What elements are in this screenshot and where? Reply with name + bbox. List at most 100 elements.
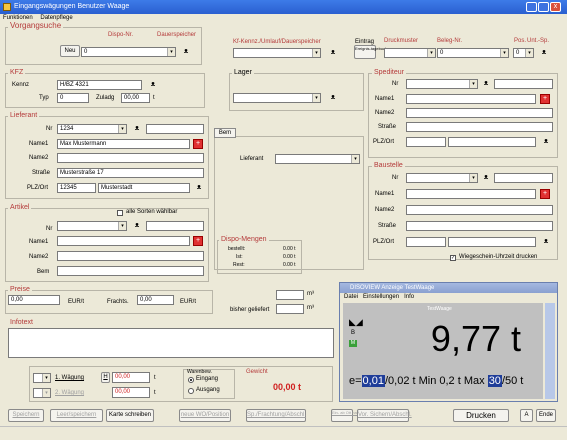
dropdown-arrow-icon[interactable]: ▾: [469, 174, 477, 182]
sped-plz-input[interactable]: [406, 137, 446, 147]
scale-menu-datei[interactable]: Datei: [344, 294, 358, 300]
a-button[interactable]: A: [520, 409, 533, 422]
karte-schreiben-button[interactable]: Karte schreiben: [106, 409, 154, 422]
tab-bem[interactable]: Bem: [214, 128, 236, 138]
w2-label[interactable]: 2. Wägung: [55, 389, 84, 398]
scale-menu-einstellungen[interactable]: Einstellungen: [363, 294, 399, 300]
dropdown-arrow-icon[interactable]: ▾: [351, 155, 359, 163]
add-icon[interactable]: +: [540, 189, 550, 199]
lief-extra-input[interactable]: [146, 124, 204, 134]
sped-extra-input[interactable]: [494, 79, 553, 89]
h-button[interactable]: H: [101, 372, 110, 383]
dropdown-arrow-icon[interactable]: ▾: [500, 49, 508, 57]
ende-button[interactable]: Ende: [536, 409, 556, 422]
druckmuster-input[interactable]: ▾: [384, 48, 436, 58]
binoculars-icon[interactable]: ᴥ: [131, 221, 143, 231]
lief-nr-input[interactable]: 1234 ▾: [57, 124, 127, 134]
w2-select[interactable]: ▾: [33, 388, 51, 398]
bau-name1-input[interactable]: [406, 189, 536, 199]
ausgang-radio[interactable]: [188, 388, 194, 394]
dropdown-arrow-icon[interactable]: ▾: [525, 49, 533, 57]
alle-sorten-checkbox[interactable]: [117, 210, 123, 216]
lief-name2-input[interactable]: [57, 153, 204, 163]
lief-plz-input[interactable]: 12345: [57, 183, 96, 193]
binoculars-icon[interactable]: ᴥ: [480, 79, 492, 89]
w1-label[interactable]: 1. Wägung: [55, 374, 84, 383]
add-icon[interactable]: +: [193, 139, 203, 149]
typ-input[interactable]: 0: [57, 93, 89, 103]
dropdown-arrow-icon[interactable]: ▾: [167, 48, 175, 56]
art-name2-input[interactable]: [57, 251, 204, 261]
sp-fracht-button[interactable]: Sp./Frachtung/Abschl.: [246, 409, 306, 422]
lief-strasse-input[interactable]: Musterstraße 17: [57, 168, 204, 178]
scale-menu-info[interactable]: Info: [404, 294, 414, 300]
binoculars-icon[interactable]: ᴥ: [327, 48, 339, 58]
infotext-textarea[interactable]: [8, 328, 334, 358]
ereignis-button[interactable]: Ereignis-tagebuch: [354, 45, 387, 59]
pos-input[interactable]: 0 ▾: [513, 48, 534, 58]
eingang-radio[interactable]: [188, 377, 194, 383]
bau-strasse-input[interactable]: [406, 221, 553, 231]
lager-input[interactable]: ▾: [233, 93, 321, 103]
kennz-input[interactable]: H/BZ 4321: [57, 80, 142, 90]
sped-name1-input[interactable]: [406, 94, 536, 104]
binoculars-icon[interactable]: ᴥ: [131, 124, 143, 134]
sped-strasse-input[interactable]: [406, 122, 553, 132]
frachts-input[interactable]: 0,00: [137, 295, 174, 305]
bau-nr-input[interactable]: ▾: [406, 173, 478, 183]
binoculars-icon[interactable]: ᴥ: [540, 137, 552, 147]
drucken-button[interactable]: Drucken: [453, 409, 509, 422]
lief-name1-input[interactable]: Max Mustermann: [57, 139, 190, 149]
dropdown-arrow-icon[interactable]: ▾: [469, 80, 477, 88]
binoculars-icon[interactable]: ᴥ: [540, 237, 552, 247]
zuladg-input[interactable]: 00,00: [121, 93, 150, 103]
dropdown-arrow-icon[interactable]: ▾: [118, 125, 126, 133]
art-nr-input[interactable]: ▾: [57, 221, 127, 231]
scale-side-toolbar[interactable]: [545, 303, 555, 399]
vor-sichern-button[interactable]: Vor. Sichern/Abschl.: [357, 409, 412, 422]
tab-lieferant-select[interactable]: ▾: [275, 154, 360, 164]
art-name1-input[interactable]: [57, 236, 190, 246]
bau-name2-input[interactable]: [406, 205, 553, 215]
sped-nr-input[interactable]: ▾: [406, 79, 478, 89]
dropdown-arrow-icon[interactable]: ▾: [42, 389, 50, 397]
art-bem-input[interactable]: [57, 266, 204, 276]
close-button[interactable]: x: [550, 2, 561, 12]
neue-wo-button[interactable]: neue WO/Position: [179, 409, 231, 422]
bau-ort-input[interactable]: [448, 237, 536, 247]
bisher-input[interactable]: [276, 304, 304, 314]
dropdown-arrow-icon[interactable]: ▾: [312, 94, 320, 102]
m3-input[interactable]: [276, 290, 304, 300]
beleg-input[interactable]: 0 ▾: [437, 48, 509, 58]
add-icon[interactable]: +: [540, 94, 550, 104]
minimize-button[interactable]: [526, 2, 537, 12]
preis-input[interactable]: 0,00: [8, 295, 60, 305]
sped-ort-input[interactable]: [448, 137, 536, 147]
bau-plz-input[interactable]: [406, 237, 446, 247]
neu-button[interactable]: Neu: [60, 45, 80, 57]
add-icon[interactable]: +: [193, 236, 203, 246]
binoculars-icon[interactable]: ᴥ: [147, 80, 159, 90]
art-extra-input[interactable]: [146, 221, 204, 231]
w1-select[interactable]: ▾: [33, 373, 51, 383]
dropdown-arrow-icon[interactable]: ▾: [118, 222, 126, 230]
wiegeschein-checkbox[interactable]: ✓: [450, 255, 456, 261]
vorgang-input[interactable]: 0 ▾: [81, 47, 176, 57]
binoculars-icon[interactable]: ᴥ: [538, 48, 550, 58]
lief-ort-input[interactable]: Musterstadt: [98, 183, 190, 193]
maximize-button[interactable]: [538, 2, 549, 12]
binoculars-icon[interactable]: ᴥ: [180, 47, 192, 57]
binoculars-icon[interactable]: ᴥ: [327, 93, 339, 103]
lief-name1-label: Name1: [29, 141, 49, 147]
dropdown-arrow-icon[interactable]: ▾: [42, 374, 50, 382]
binoculars-icon[interactable]: ᴥ: [480, 173, 492, 183]
dropdown-arrow-icon[interactable]: ▾: [312, 49, 320, 57]
speichern-button[interactable]: Speichern: [8, 409, 44, 422]
binoculars-icon[interactable]: ᴥ: [193, 183, 205, 193]
dropdown-arrow-icon[interactable]: ▾: [427, 49, 435, 57]
sped-name2-input[interactable]: [406, 108, 553, 118]
kennung-input[interactable]: ▾: [233, 48, 321, 58]
bau-extra-input[interactable]: [494, 173, 553, 183]
leer-speichern-button[interactable]: Leer/speichern: [50, 409, 103, 422]
ein-button[interactable]: Ein- ab Ott nach: [331, 409, 361, 422]
